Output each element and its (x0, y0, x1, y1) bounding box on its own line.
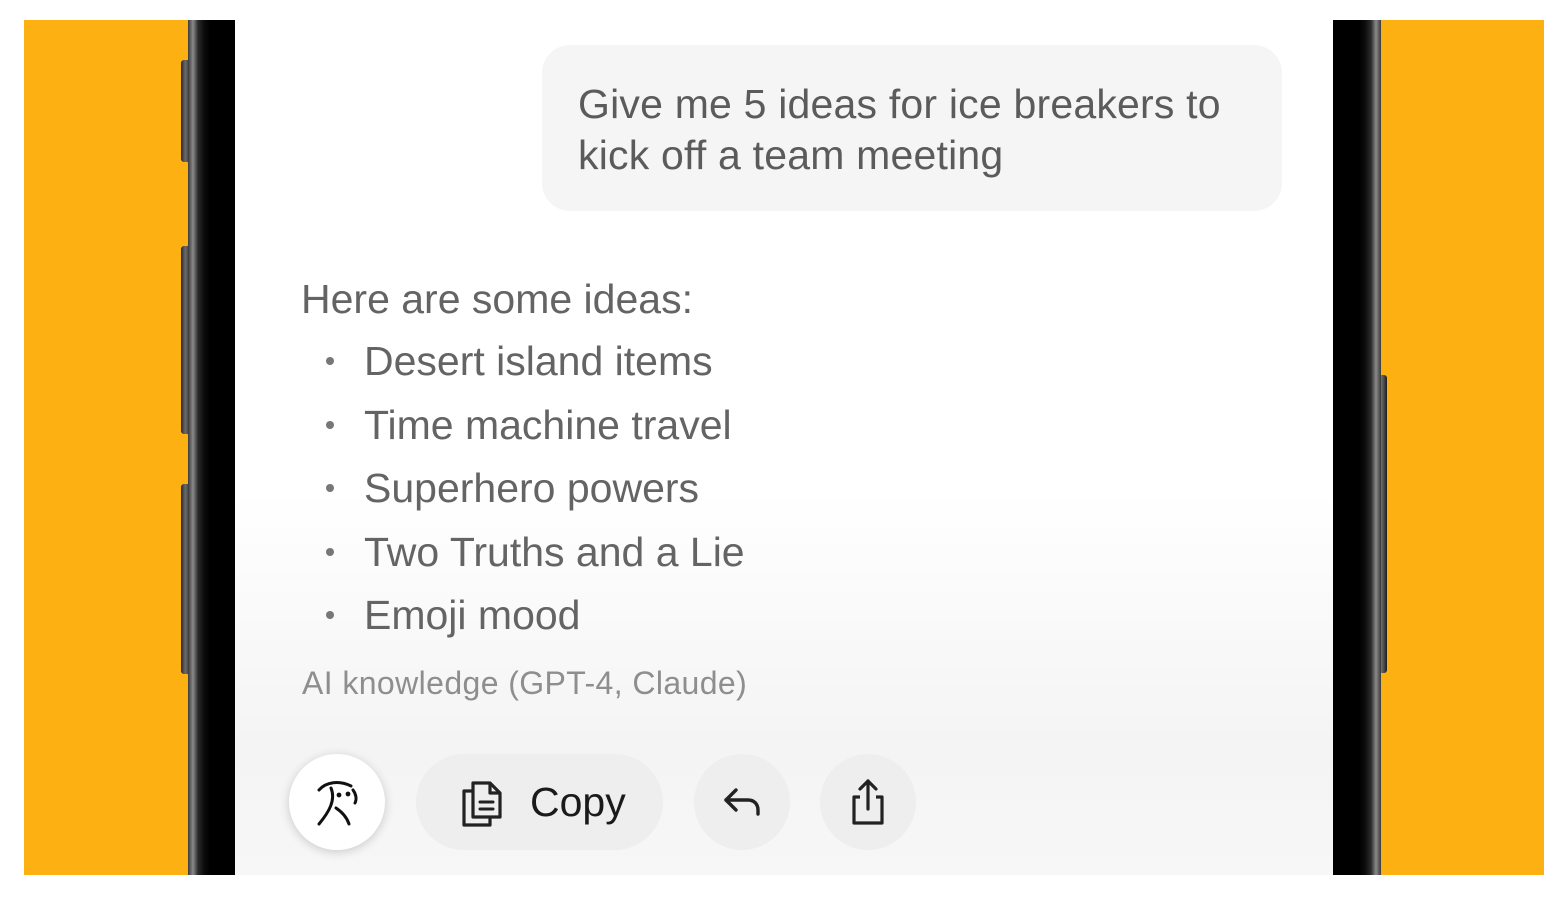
share-icon (852, 779, 884, 825)
assistant-reply: Here are some ideas: Desert island items… (301, 273, 1101, 653)
idea-text: Superhero powers (364, 465, 700, 511)
idea-list: Desert island items Time machine travel … (301, 335, 1101, 653)
user-message-text: Give me 5 ideas for ice breakers to kick… (578, 81, 1221, 178)
bullet-icon (326, 357, 334, 365)
screenshot-stage: Give me 5 ideas for ice breakers to kick… (24, 20, 1544, 875)
bullet-icon (326, 484, 334, 492)
bullet-icon (326, 547, 334, 556)
idea-text: Time machine travel (364, 401, 732, 448)
list-item: Two Truths and a Lie (301, 526, 1101, 590)
background-left (24, 20, 192, 875)
user-message-bubble[interactable]: Give me 5 ideas for ice breakers to kick… (542, 45, 1282, 211)
idea-text: Emoji mood (364, 592, 581, 638)
share-button[interactable] (820, 754, 916, 850)
persona-face-icon (317, 781, 358, 826)
copy-label: Copy (530, 778, 626, 825)
reply-intro: Here are some ideas: (301, 276, 693, 322)
copy-icon (462, 781, 502, 827)
phone-bezel-right (1333, 20, 1381, 875)
persona-button[interactable] (289, 754, 385, 850)
bullet-icon (326, 611, 334, 619)
reply-button[interactable] (694, 754, 790, 850)
bullet-icon (326, 420, 334, 429)
phone-screen: Give me 5 ideas for ice breakers to kick… (235, 20, 1333, 875)
list-item: Desert island items (301, 335, 1101, 399)
list-item: Time machine travel (301, 399, 1101, 463)
list-item: Superhero powers (301, 462, 1101, 526)
background-right (1374, 20, 1544, 875)
list-item: Emoji mood (301, 589, 1101, 653)
reply-arrow-icon (724, 788, 760, 816)
copy-button[interactable]: Copy (416, 754, 663, 850)
phone-bezel-left (188, 20, 236, 875)
idea-text: Two Truths and a Lie (364, 528, 745, 575)
source-attribution: AI knowledge (GPT-4, Claude) (302, 665, 748, 701)
idea-text: Desert island items (364, 338, 713, 384)
